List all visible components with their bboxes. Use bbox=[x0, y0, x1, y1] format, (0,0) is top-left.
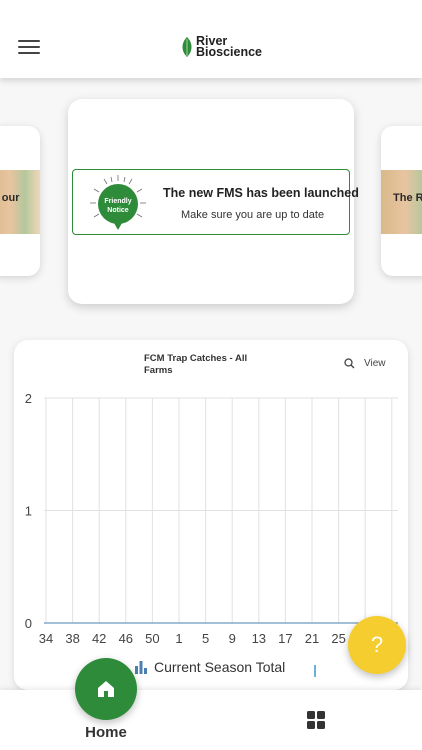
carousel-card-current[interactable]: Friendly Notice The new FMS has been lau… bbox=[68, 99, 359, 304]
y-tick-label: 2 bbox=[25, 391, 32, 406]
legend-label: Current Season Total bbox=[154, 659, 286, 675]
notice-title: The new FMS has been launched bbox=[163, 186, 359, 200]
bar-chart: 0 1 2 34 38 42 46 50 1 5 9 13 17 21 25 bbox=[25, 391, 398, 646]
home-nav-label[interactable]: Home bbox=[80, 724, 132, 741]
help-button[interactable]: ? bbox=[348, 616, 406, 674]
x-tick-label: 1 bbox=[175, 631, 182, 646]
home-nav-button[interactable] bbox=[75, 658, 137, 720]
bottom-navigation bbox=[0, 690, 422, 750]
logo-line-2: Bioscience bbox=[196, 45, 263, 59]
brand-logo: River Bioscience bbox=[181, 35, 263, 59]
legend-marker bbox=[314, 665, 316, 677]
x-tick-label: 42 bbox=[92, 631, 106, 646]
x-tick-label: 17 bbox=[278, 631, 292, 646]
hamburger-menu-icon[interactable] bbox=[18, 40, 40, 56]
x-tick-label: 5 bbox=[202, 631, 209, 646]
y-tick-label: 1 bbox=[25, 504, 32, 519]
help-icon: ? bbox=[370, 632, 384, 657]
notice-subtitle: Make sure you are up to date bbox=[181, 209, 325, 221]
notice-banner: Friendly Notice The new FMS has been lau… bbox=[72, 169, 359, 235]
x-tick-label: 9 bbox=[229, 631, 236, 646]
x-tick-label: 13 bbox=[252, 631, 266, 646]
y-tick-label: 0 bbox=[25, 616, 32, 631]
x-tick-label: 21 bbox=[305, 631, 319, 646]
grid-icon[interactable] bbox=[306, 710, 326, 730]
carousel-next-text: The R bbox=[393, 192, 422, 204]
leaf-logo-icon bbox=[182, 37, 192, 57]
carousel-card-previous[interactable]: p our bbox=[0, 126, 40, 276]
carousel-previous-text: p our bbox=[0, 192, 20, 204]
bar-chart-legend-icon bbox=[135, 661, 147, 674]
carousel-card-next[interactable]: The R bbox=[381, 126, 422, 276]
badge-line-2: Notice bbox=[107, 207, 129, 214]
home-icon bbox=[98, 681, 114, 697]
chart-legend[interactable]: Current Season Total bbox=[134, 659, 285, 675]
x-tick-label: 46 bbox=[119, 631, 133, 646]
top-app-bar: River Bioscience bbox=[0, 0, 422, 78]
x-tick-label: 25 bbox=[331, 631, 345, 646]
logo-wordmark: River Bioscience bbox=[196, 35, 263, 59]
x-tick-label: 34 bbox=[39, 631, 53, 646]
x-tick-label: 50 bbox=[145, 631, 159, 646]
carousel-image-previous: p our bbox=[0, 170, 40, 234]
friendly-notice-badge-icon: Friendly Notice bbox=[90, 175, 146, 230]
x-tick-label: 38 bbox=[65, 631, 79, 646]
badge-line-1: Friendly bbox=[104, 198, 131, 205]
carousel-image-next: The R bbox=[381, 170, 422, 234]
